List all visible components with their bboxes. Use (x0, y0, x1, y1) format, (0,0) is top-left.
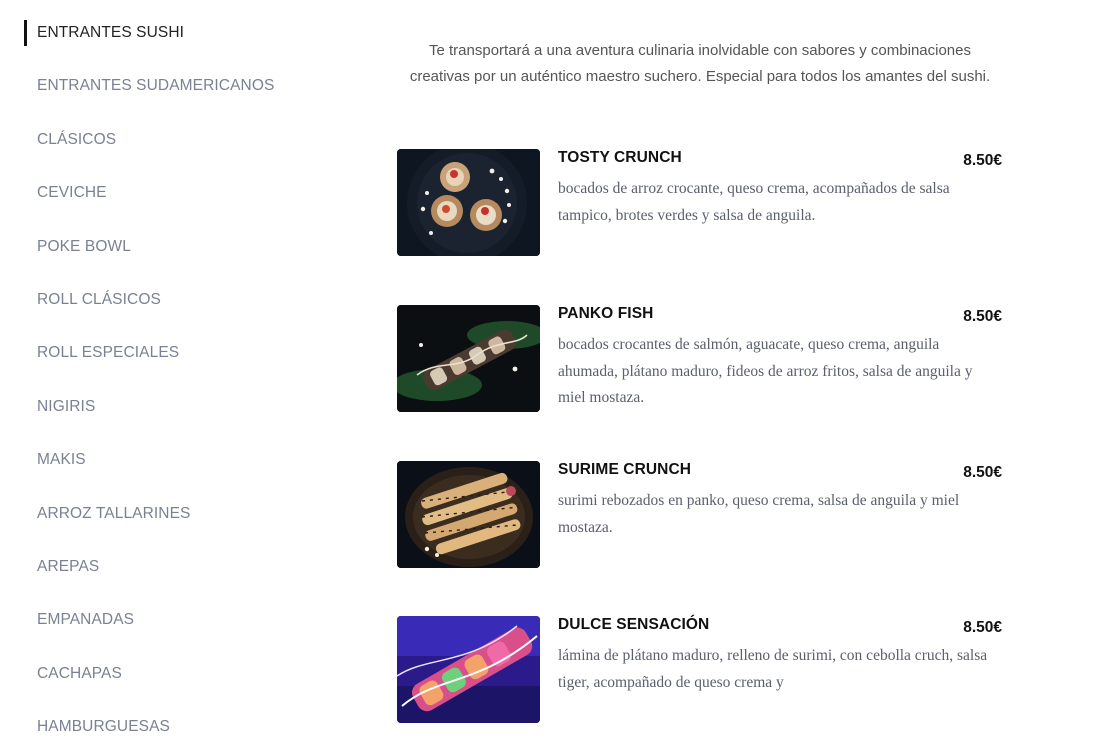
category-ceviche[interactable]: CEVICHE (24, 180, 354, 206)
category-hamburguesas[interactable]: HAMBURGUESAS (24, 714, 354, 740)
dish-photo[interactable] (397, 461, 540, 568)
section-intro: Te transportará a una aventura culinaria… (398, 38, 1002, 90)
tosty-crunch-photo (397, 149, 540, 256)
category-roll-clasicos[interactable]: ROLL CLÁSICOS (24, 287, 354, 313)
category-makis[interactable]: MAKIS (24, 447, 354, 473)
panko-fish-photo (397, 305, 540, 412)
dish-photo[interactable] (397, 305, 540, 412)
dish-item[interactable]: TOSTY CRUNCH 8.50€ bocados de arroz croc… (397, 149, 1007, 256)
dish-item[interactable]: SURIME CRUNCH 8.50€ surimi rebozados en … (397, 461, 1007, 568)
category-clasicos[interactable]: CLÁSICOS (24, 127, 354, 153)
category-entrantes-sushi[interactable]: ENTRANTES SUSHI (24, 20, 354, 46)
menu-page: ENTRANTES SUSHI ENTRANTES SUDAMERICANOS … (0, 0, 1100, 751)
dish-photo[interactable] (397, 149, 540, 256)
dish-photo[interactable] (397, 616, 540, 723)
dish-name: DULCE SENSACIÓN (558, 616, 710, 633)
dish-price: 8.50€ (963, 464, 1002, 481)
category-sidebar: ENTRANTES SUSHI ENTRANTES SUDAMERICANOS … (24, 20, 354, 751)
dish-price: 8.50€ (963, 308, 1002, 325)
category-arepas[interactable]: AREPAS (24, 554, 354, 580)
category-entrantes-sudamericanos[interactable]: ENTRANTES SUDAMERICANOS (24, 73, 354, 99)
category-arroz-tallarines[interactable]: ARROZ TALLARINES (24, 501, 354, 527)
surime-crunch-photo (397, 461, 540, 568)
dish-item[interactable]: DULCE SENSACIÓN 8.50€ lámina de plátano … (397, 616, 1007, 723)
category-nigiris[interactable]: NIGIRIS (24, 394, 354, 420)
dish-item[interactable]: PANKO FISH 8.50€ bocados crocantes de sa… (397, 305, 1007, 412)
dish-name: TOSTY CRUNCH (558, 149, 682, 166)
dish-name: PANKO FISH (558, 305, 654, 322)
category-cachapas[interactable]: CACHAPAS (24, 661, 354, 687)
intro-line-2: creativas por un auténtico maestro suche… (409, 68, 991, 85)
dish-description: lámina de plátano maduro, relleno de sur… (558, 647, 988, 691)
dish-description: bocados de arroz crocante, queso crema, … (558, 180, 950, 224)
category-roll-especiales[interactable]: ROLL ESPECIALES (24, 340, 354, 366)
dish-price: 8.50€ (963, 152, 1002, 169)
category-poke-bowl[interactable]: POKE BOWL (24, 234, 354, 260)
dulce-sensacion-photo (397, 616, 540, 723)
dish-description: bocados crocantes de salmón, aguacate, q… (558, 336, 973, 406)
dish-name: SURIME CRUNCH (558, 461, 692, 478)
intro-line-1: Te transportará a una aventura culinaria… (429, 42, 971, 59)
dish-description: surimi rebozados en panko, queso crema, … (558, 492, 960, 536)
category-empanadas[interactable]: EMPANADAS (24, 607, 354, 633)
dish-price: 8.50€ (963, 619, 1002, 636)
